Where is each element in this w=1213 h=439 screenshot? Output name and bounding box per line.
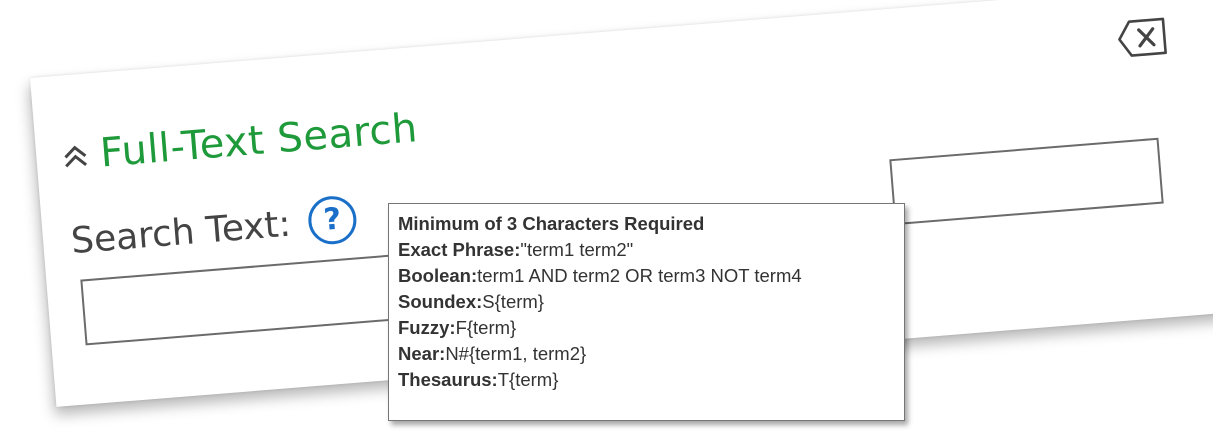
double-chevron-up-icon[interactable] — [59, 139, 91, 171]
tooltip-row-thesaurus: Thesaurus:T{term} — [398, 369, 559, 390]
help-question-icon[interactable]: ? — [306, 194, 359, 247]
search-syntax-tooltip: Minimum of 3 Characters Required Exact P… — [388, 203, 905, 421]
search-text-label: Search Text: — [69, 203, 293, 262]
tooltip-row-exact-phrase: Exact Phrase:"term1 term2" — [398, 239, 634, 260]
screenshot-stage: Full-Text Search Search Text: ? Minimum … — [0, 0, 1213, 439]
tooltip-row-boolean: Boolean:term1 AND term2 OR term3 NOT ter… — [398, 265, 802, 286]
section-title: Full-Text Search — [98, 105, 420, 177]
close-panel-button[interactable] — [1115, 15, 1170, 61]
search-text-input[interactable] — [80, 253, 415, 346]
close-backspace-icon — [1118, 17, 1167, 57]
tooltip-row-soundex: Soundex:S{term} — [398, 291, 544, 312]
search-label-row: Search Text: ? — [69, 194, 359, 265]
search-text-input-secondary[interactable] — [889, 137, 1164, 226]
tooltip-row-near: Near:N#{term1, term2} — [398, 343, 587, 364]
section-header: Full-Text Search — [59, 105, 420, 180]
tooltip-row-fuzzy: Fuzzy:F{term} — [398, 317, 517, 338]
tooltip-heading: Minimum of 3 Characters Required — [398, 213, 705, 234]
